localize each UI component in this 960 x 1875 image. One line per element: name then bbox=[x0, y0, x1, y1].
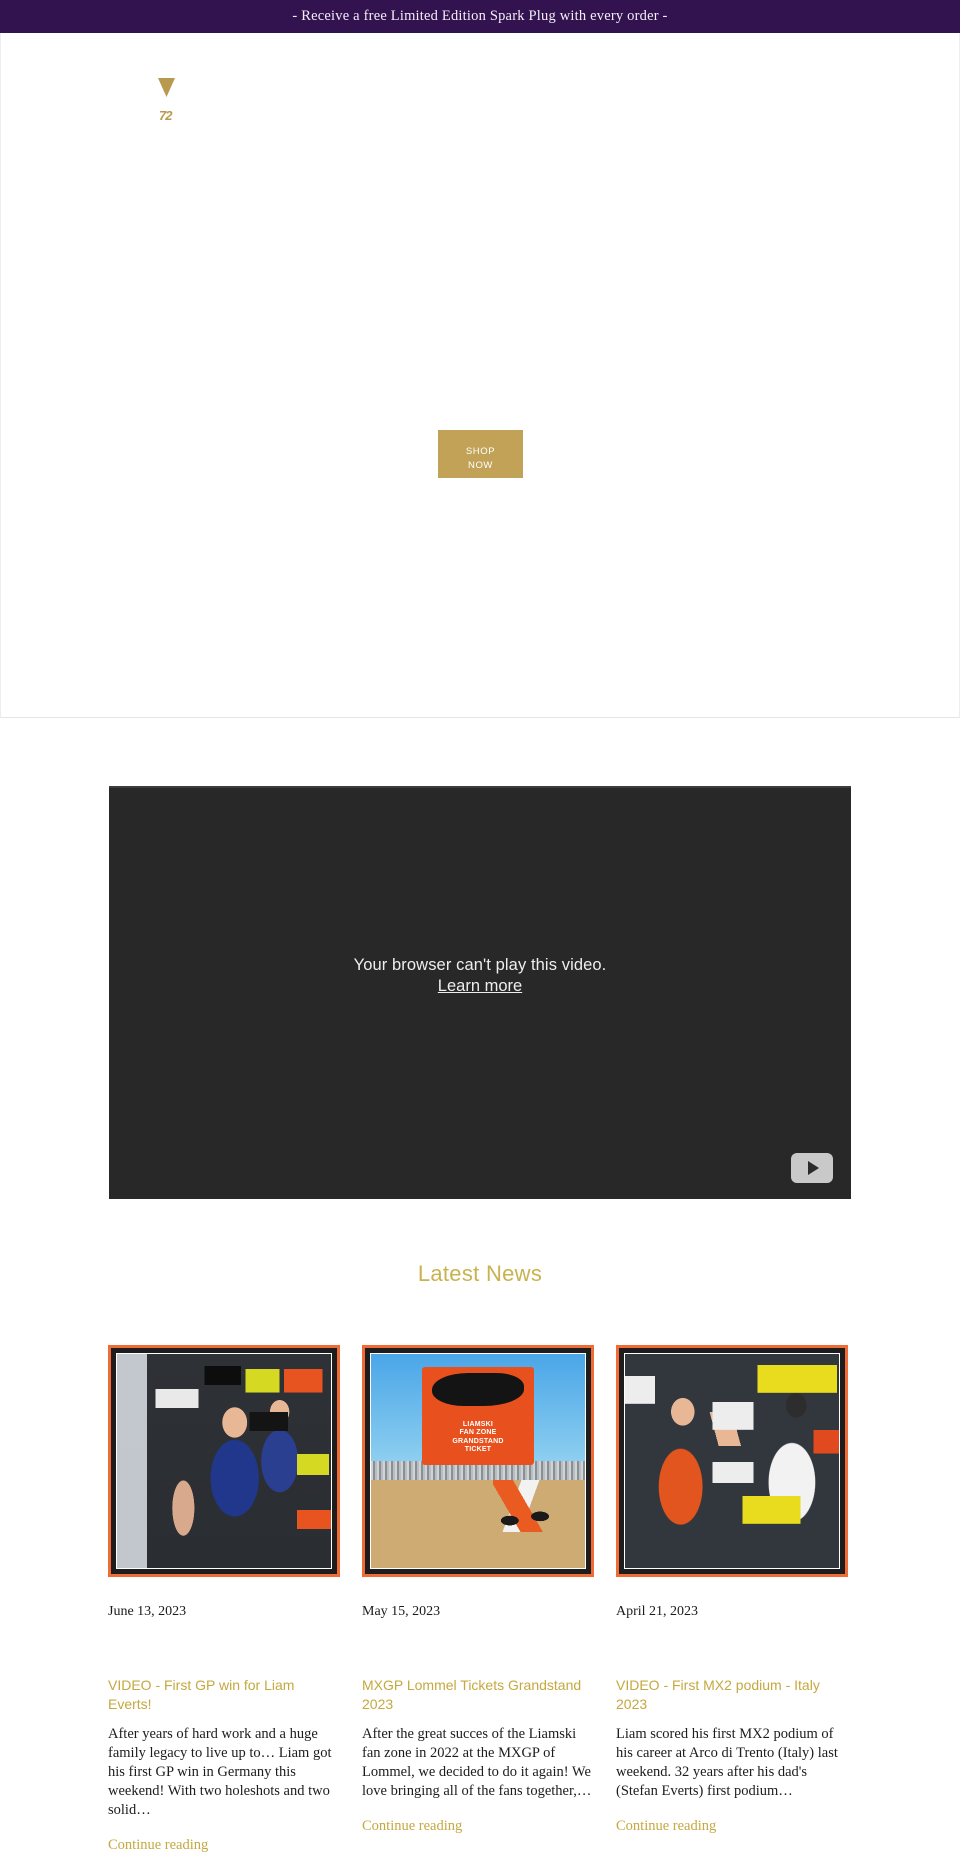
video-section: Your browser can't play this video. Lear… bbox=[0, 718, 960, 1199]
shop-now-line-1: SHOP bbox=[465, 446, 496, 457]
track-ground bbox=[371, 1467, 585, 1568]
continue-reading-link[interactable]: Continue reading bbox=[616, 1818, 716, 1835]
triangle-logo-icon[interactable] bbox=[158, 78, 175, 97]
video-error-block: Your browser can't play this video. Lear… bbox=[109, 956, 851, 996]
latest-news-section: Latest News June 13, 2023 VIDEO - First … bbox=[0, 1199, 960, 1854]
news-date: June 13, 2023 bbox=[108, 1604, 187, 1619]
news-title-link[interactable]: VIDEO - First MX2 podium - Italy 2023 bbox=[616, 1676, 848, 1714]
play-triangle-icon bbox=[808, 1161, 819, 1175]
celebration-photo bbox=[624, 1353, 840, 1569]
play-icon[interactable] bbox=[791, 1153, 833, 1183]
news-thumbnail[interactable] bbox=[108, 1345, 340, 1577]
video-player[interactable]: Your browser can't play this video. Lear… bbox=[109, 786, 851, 1199]
shop-now-line-2: NOW bbox=[467, 460, 494, 471]
news-thumbnail[interactable] bbox=[616, 1345, 848, 1577]
latest-news-heading: Latest News bbox=[417, 1261, 543, 1286]
ticket-poster-overlay: LIAMSKI FAN ZONE GRANDSTAND TICKET bbox=[422, 1366, 534, 1466]
poster-line-3: GRANDSTAND bbox=[452, 1437, 504, 1445]
announcement-bar: - Receive a free Limited Edition Spark P… bbox=[0, 0, 960, 33]
poster-line-2: FAN ZONE bbox=[459, 1429, 497, 1437]
news-card: June 13, 2023 VIDEO - First GP win for L… bbox=[108, 1345, 340, 1854]
news-title-link[interactable]: VIDEO - First GP win for Liam Everts! bbox=[108, 1676, 340, 1714]
video-learn-more-link[interactable]: Learn more bbox=[438, 977, 522, 996]
news-title-link[interactable]: MXGP Lommel Tickets Grandstand 2023 bbox=[362, 1676, 594, 1714]
poster-line-4: TICKET bbox=[464, 1446, 492, 1454]
news-card: April 21, 2023 VIDEO - First MX2 podium … bbox=[616, 1345, 848, 1854]
continue-reading-link[interactable]: Continue reading bbox=[108, 1837, 208, 1854]
news-grid: June 13, 2023 VIDEO - First GP win for L… bbox=[0, 1287, 960, 1854]
podium-photo bbox=[116, 1353, 332, 1569]
rider-silhouette bbox=[492, 1480, 549, 1532]
news-excerpt: Liam scored his first MX2 podium of his … bbox=[616, 1726, 838, 1799]
news-date: April 21, 2023 bbox=[616, 1604, 699, 1619]
news-excerpt: After the great succes of the Liamski fa… bbox=[362, 1726, 592, 1799]
poster-line-1: LIAMSKI bbox=[462, 1420, 494, 1428]
ticket-poster-photo: LIAMSKI FAN ZONE GRANDSTAND TICKET bbox=[370, 1353, 586, 1569]
news-thumbnail[interactable]: LIAMSKI FAN ZONE GRANDSTAND TICKET bbox=[362, 1345, 594, 1577]
news-date: May 15, 2023 bbox=[362, 1604, 441, 1619]
mxgp-logo-splash-icon bbox=[432, 1372, 524, 1407]
news-excerpt: After years of hard work and a huge fami… bbox=[108, 1726, 332, 1818]
site-header: 72 bbox=[1, 33, 960, 143]
continue-reading-link[interactable]: Continue reading bbox=[362, 1818, 462, 1835]
announcement-text: - Receive a free Limited Edition Spark P… bbox=[292, 8, 668, 24]
video-error-message: Your browser can't play this video. bbox=[353, 956, 607, 974]
logo-wordmark[interactable]: 72 bbox=[159, 109, 173, 122]
news-card: LIAMSKI FAN ZONE GRANDSTAND TICKET May 1… bbox=[362, 1345, 594, 1854]
hero-section: 72 SHOP NOW bbox=[0, 33, 960, 718]
shop-now-button[interactable]: SHOP NOW bbox=[438, 430, 523, 478]
